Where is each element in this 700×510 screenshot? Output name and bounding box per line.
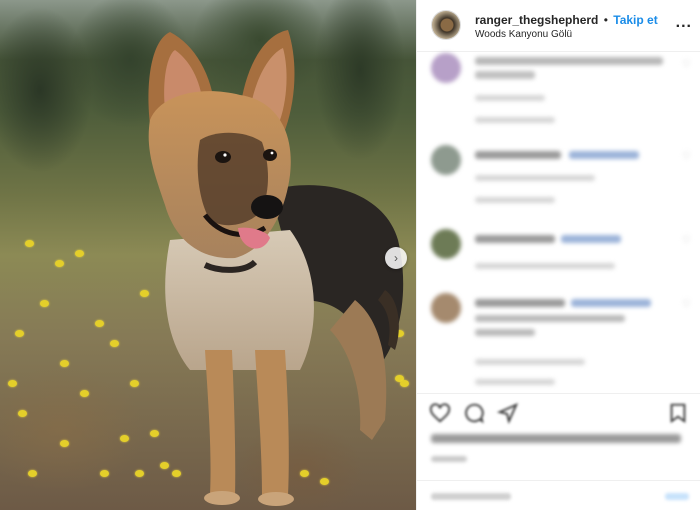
puppy-illustration bbox=[148, 30, 404, 506]
heart-icon[interactable]: ♡ bbox=[682, 299, 691, 310]
follow-button[interactable]: Takip et bbox=[613, 13, 657, 27]
comment-input[interactable] bbox=[431, 489, 631, 501]
username-link[interactable]: ranger_thegshepherd bbox=[475, 13, 598, 27]
heart-icon[interactable]: ♡ bbox=[682, 235, 691, 246]
heart-icon[interactable]: ♡ bbox=[682, 59, 691, 70]
comments-list: ♡ ♡ ♡ ♡ bbox=[417, 53, 700, 393]
next-photo-button[interactable]: › bbox=[385, 247, 407, 269]
share-button[interactable] bbox=[665, 493, 689, 500]
heart-icon[interactable]: ♡ bbox=[682, 151, 691, 162]
post-header: ranger_thegshepherd • Takip et Woods Kan… bbox=[417, 0, 700, 52]
separator-dot: • bbox=[603, 13, 608, 27]
avatar[interactable] bbox=[431, 229, 461, 259]
post-date bbox=[431, 454, 467, 464]
post-photo[interactable]: › bbox=[0, 0, 416, 510]
bookmark-icon[interactable] bbox=[667, 402, 689, 424]
avatar[interactable] bbox=[431, 145, 461, 175]
user-line: ranger_thegshepherd • Takip et bbox=[475, 13, 658, 27]
avatar[interactable] bbox=[431, 293, 461, 323]
avatar[interactable] bbox=[431, 10, 461, 40]
post-sidebar: ranger_thegshepherd • Takip et Woods Kan… bbox=[416, 0, 700, 510]
heart-icon[interactable] bbox=[429, 402, 451, 424]
post-actions bbox=[417, 393, 700, 510]
share-icon[interactable] bbox=[497, 402, 519, 424]
comment-icon[interactable] bbox=[463, 402, 485, 424]
avatar[interactable] bbox=[431, 53, 461, 83]
more-options-button[interactable]: ... bbox=[676, 14, 692, 32]
likes-count[interactable] bbox=[431, 434, 681, 446]
location-link[interactable]: Woods Kanyonu Gölü bbox=[475, 29, 572, 40]
add-comment-bar bbox=[417, 480, 700, 510]
